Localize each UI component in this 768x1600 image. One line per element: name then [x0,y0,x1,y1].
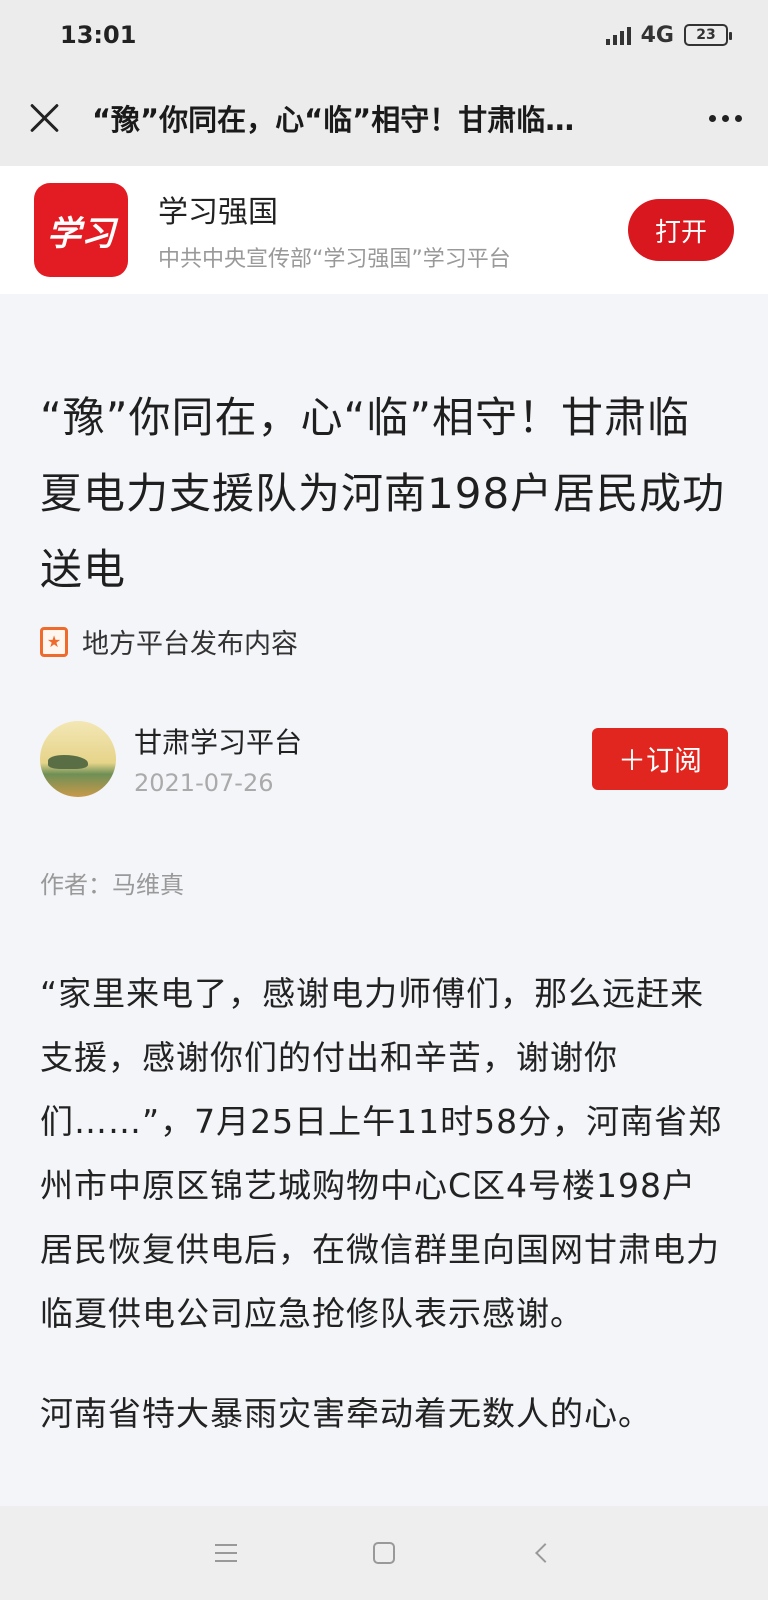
more-icon[interactable] [709,114,742,122]
status-bar: 13:01 4G 23 [0,0,768,70]
byline: 作者：马维真 [40,871,184,899]
network-label: 4G [640,22,674,48]
avatar[interactable] [40,721,116,797]
home-icon[interactable] [364,1533,404,1573]
source-row: ★ 地方平台发布内容 [40,622,728,661]
close-icon[interactable] [26,99,64,137]
app-description: 中共中央宣传部“学习强国”学习平台 [158,247,511,272]
system-nav-bar [0,1506,768,1600]
article-paragraph: 河南省特大暴雨灾害牵动着无数人的心。 [40,1394,652,1433]
article-title: “豫”你同在，心“临”相守！甘肃临夏电力支援队为河南198户居民成功送电 [40,393,726,594]
app-name: 学习强国 [158,195,278,230]
signal-icon [605,25,631,45]
article-paragraph: “家里来电了，感谢电力师傅们，那么远赶来支援，感谢你们的付出和辛苦，谢谢你们……… [40,974,723,1333]
article: “豫”你同在，心“临”相守！甘肃临夏电力支援队为河南198户居民成功送电 ★ 地… [0,294,768,1506]
battery-level: 23 [696,27,716,43]
source-label: 地方平台发布内容 [82,629,298,660]
back-icon[interactable] [522,1533,562,1573]
open-app-button[interactable]: 打开 [628,199,734,261]
star-icon: ★ [40,626,68,657]
status-indicators: 4G 23 [605,22,732,48]
app-logo-text: 学习 [47,213,115,254]
page-title: “豫”你同在，心“临”相守！甘肃临… [92,103,575,137]
status-time: 13:01 [60,21,137,49]
app-info: 学习强国 中共中央宣传部“学习强国”学习平台 [158,187,628,273]
battery-icon: 23 [684,24,732,46]
author-row: 甘肃学习平台 2021-07-26 ＋订阅 [40,721,728,797]
author-name[interactable]: 甘肃学习平台 [134,721,592,761]
publish-date: 2021-07-26 [134,769,274,797]
app-banner: 学习 学习强国 中共中央宣传部“学习强国”学习平台 打开 [0,166,768,294]
nav-bar: “豫”你同在，心“临”相守！甘肃临… [0,70,768,166]
author-info: 甘肃学习平台 2021-07-26 [134,721,592,797]
subscribe-button[interactable]: ＋订阅 [592,728,728,790]
app-logo: 学习 [34,183,128,277]
menu-icon[interactable] [206,1533,246,1573]
